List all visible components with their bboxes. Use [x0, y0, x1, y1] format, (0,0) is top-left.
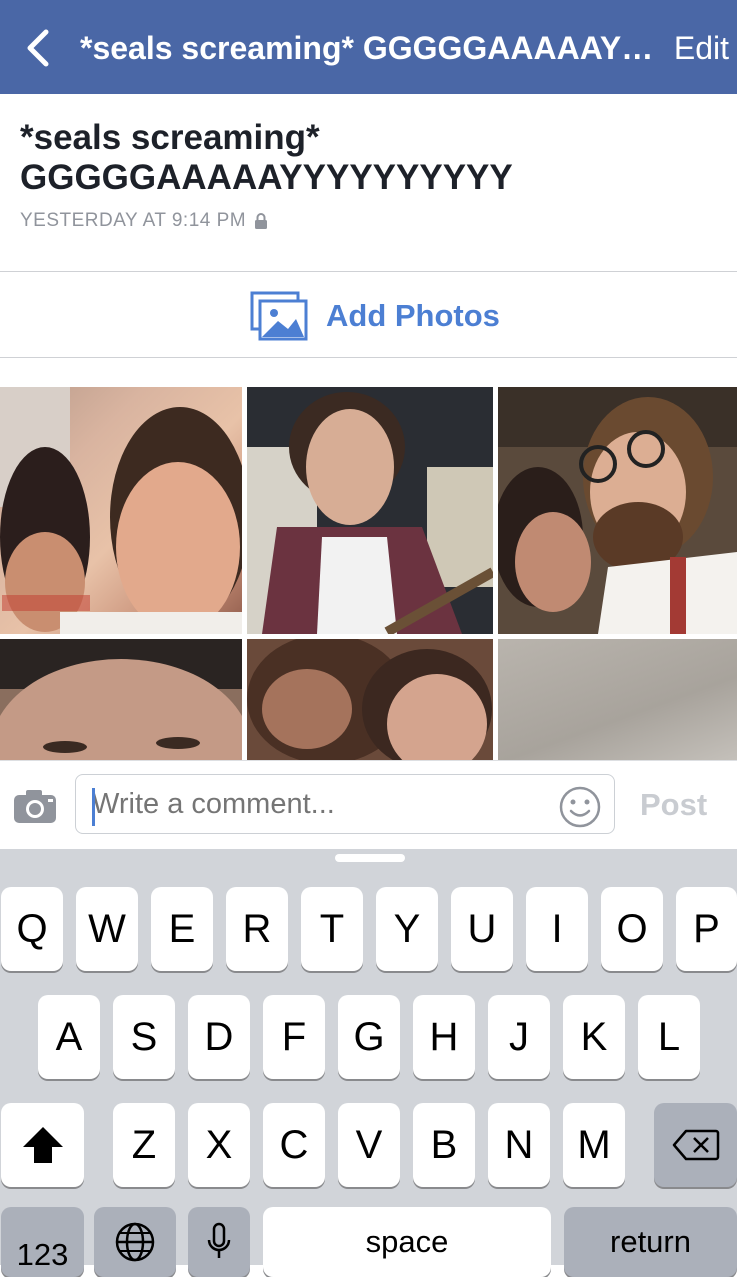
key-d[interactable]: D	[188, 995, 250, 1079]
key-b[interactable]: B	[413, 1103, 475, 1187]
key-i[interactable]: I	[526, 887, 588, 971]
divider	[0, 357, 737, 358]
key-a[interactable]: A	[38, 995, 100, 1079]
photo-thumbnail[interactable]	[498, 639, 737, 760]
album-timestamp: YESTERDAY AT 9:14 PM	[20, 210, 247, 231]
microphone-icon	[207, 1222, 231, 1258]
key-n[interactable]: N	[488, 1103, 550, 1187]
emoji-button[interactable]	[558, 785, 602, 829]
camera-button[interactable]	[12, 787, 58, 825]
globe-key[interactable]	[94, 1207, 176, 1277]
key-q[interactable]: Q	[1, 887, 63, 971]
photo-thumbnail[interactable]	[0, 639, 242, 760]
photo-thumbnail[interactable]	[0, 387, 242, 634]
divider	[0, 271, 737, 272]
key-x[interactable]: X	[188, 1103, 250, 1187]
key-s[interactable]: S	[113, 995, 175, 1079]
back-button[interactable]	[24, 28, 54, 68]
key-u[interactable]: U	[451, 887, 513, 971]
text-cursor	[92, 788, 95, 826]
key-l[interactable]: L	[638, 995, 700, 1079]
key-c[interactable]: C	[263, 1103, 325, 1187]
photo-icon	[250, 291, 308, 341]
nav-bar: *seals screaming* GGGGGAAAAAYYYYYYYYYY E…	[0, 0, 737, 94]
microphone-key[interactable]	[188, 1207, 250, 1277]
photo-thumbnail[interactable]	[247, 387, 493, 634]
key-e[interactable]: E	[151, 887, 213, 971]
shift-icon	[22, 1127, 63, 1163]
globe-icon	[115, 1222, 155, 1262]
key-j[interactable]: J	[488, 995, 550, 1079]
backspace-key[interactable]	[654, 1103, 737, 1187]
shift-key[interactable]	[1, 1103, 84, 1187]
post-button[interactable]: Post	[640, 787, 707, 823]
key-h[interactable]: H	[413, 995, 475, 1079]
emoji-icon	[559, 786, 601, 828]
edit-button[interactable]: Edit	[674, 28, 729, 68]
comment-input[interactable]	[75, 774, 615, 834]
photo-thumbnail[interactable]	[498, 387, 737, 634]
keyboard: Q W E R T Y U I O P A S D F G H J K L Z …	[0, 849, 737, 1277]
key-g[interactable]: G	[338, 995, 400, 1079]
key-p[interactable]: P	[676, 887, 737, 971]
key-k[interactable]: K	[563, 995, 625, 1079]
camera-icon	[14, 790, 56, 823]
photo-thumbnail[interactable]	[247, 639, 493, 760]
album-meta: YESTERDAY AT 9:14 PM	[20, 210, 268, 232]
key-z[interactable]: Z	[113, 1103, 175, 1187]
comment-bar: Post	[0, 760, 737, 849]
return-key[interactable]: return	[564, 1207, 737, 1277]
key-v[interactable]: V	[338, 1103, 400, 1187]
lock-icon	[255, 213, 268, 229]
key-f[interactable]: F	[263, 995, 325, 1079]
album-title: *seals screaming* GGGGGAAAAAYYYYYYYYYY	[20, 118, 513, 197]
key-y[interactable]: Y	[376, 887, 438, 971]
key-r[interactable]: R	[226, 887, 288, 971]
key-o[interactable]: O	[601, 887, 663, 971]
keyboard-grabber	[335, 854, 405, 862]
add-photos-button[interactable]: Add Photos	[250, 290, 500, 342]
chevron-left-icon	[27, 29, 49, 67]
nav-title: *seals screaming* GGGGGAAAAAYYYYYYYYYY	[80, 30, 660, 66]
key-m[interactable]: M	[563, 1103, 625, 1187]
add-photos-label: Add Photos	[326, 298, 500, 333]
numbers-key[interactable]: 123	[1, 1207, 84, 1277]
key-w[interactable]: W	[76, 887, 138, 971]
key-t[interactable]: T	[301, 887, 363, 971]
backspace-icon	[672, 1129, 719, 1161]
space-key[interactable]: space	[263, 1207, 551, 1277]
